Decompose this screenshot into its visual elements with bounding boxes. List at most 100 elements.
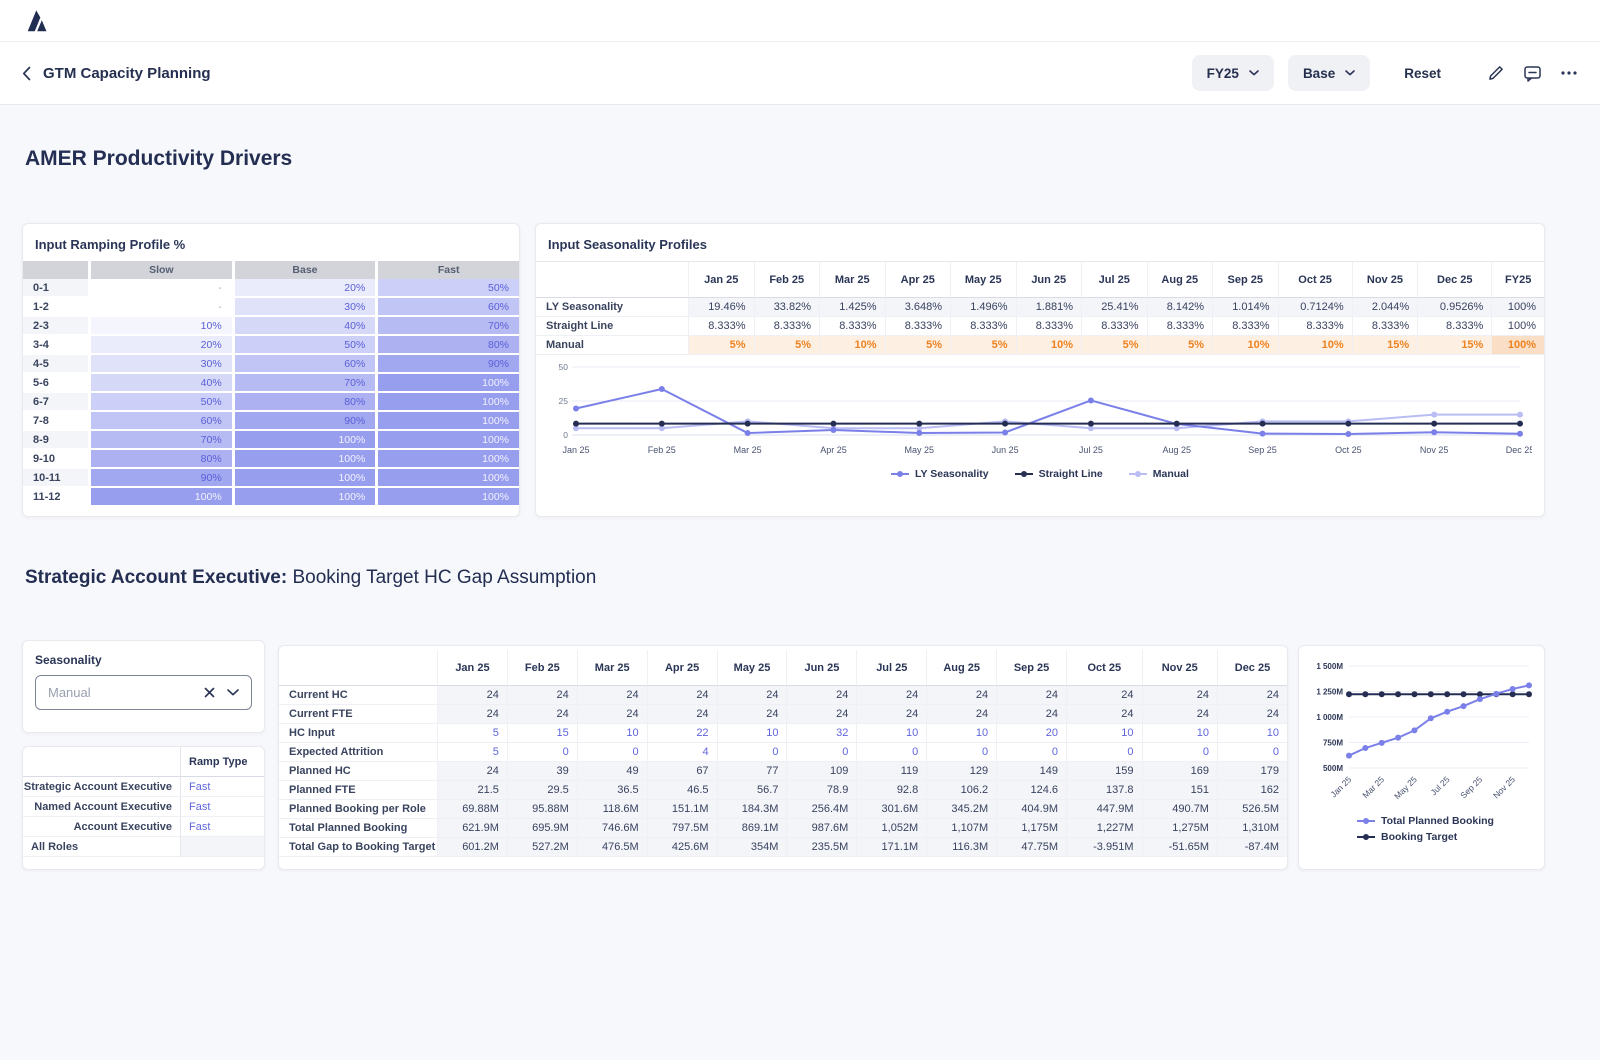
cell[interactable]: 0 [1217, 743, 1287, 762]
version-selector[interactable]: Base [1288, 55, 1370, 91]
cell[interactable]: 70% [232, 374, 376, 393]
cell[interactable]: 5% [1081, 336, 1147, 355]
table-row: HC Input51510221032101020101010 [279, 724, 1287, 743]
cell[interactable]: 100% [375, 431, 519, 450]
cell[interactable]: 10% [88, 317, 232, 336]
row-label: HC Input [279, 724, 437, 743]
cell[interactable]: 10% [1212, 336, 1278, 355]
cell: 29.5 [507, 781, 577, 800]
cell[interactable]: 100% [88, 488, 232, 507]
cell[interactable]: 5% [1147, 336, 1213, 355]
cell[interactable]: 0 [1066, 743, 1141, 762]
cell[interactable]: 10 [1217, 724, 1287, 743]
cell[interactable]: 20% [88, 336, 232, 355]
cell[interactable]: 70% [88, 431, 232, 450]
cell[interactable]: 0 [996, 743, 1066, 762]
cell[interactable]: 5% [885, 336, 951, 355]
cell[interactable]: - [88, 298, 232, 317]
cell[interactable]: 40% [232, 317, 376, 336]
cell[interactable]: 10 [577, 724, 647, 743]
cell[interactable]: 30% [88, 355, 232, 374]
cell[interactable]: 100% [375, 393, 519, 412]
cell[interactable]: 100% [1491, 336, 1544, 355]
cell[interactable]: 60% [375, 298, 519, 317]
cell: 106.2 [926, 781, 996, 800]
cell[interactable]: 50% [88, 393, 232, 412]
cell[interactable]: 10 [926, 724, 996, 743]
svg-text:Jun 25: Jun 25 [992, 445, 1019, 455]
cell[interactable]: 10 [856, 724, 926, 743]
cell[interactable]: 50% [375, 279, 519, 298]
chevron-down-icon[interactable] [227, 689, 239, 696]
cell: 345.2M [926, 800, 996, 819]
cell[interactable]: 20 [996, 724, 1066, 743]
cell[interactable]: 0 [507, 743, 577, 762]
cell[interactable]: 32 [786, 724, 856, 743]
cell[interactable]: 10% [819, 336, 885, 355]
cell[interactable]: 0 [1142, 743, 1217, 762]
cell[interactable]: 80% [375, 336, 519, 355]
cell[interactable]: 60% [88, 412, 232, 431]
table-row: 11-12100%100%100% [23, 488, 519, 507]
cell[interactable]: 5% [688, 336, 754, 355]
cell[interactable]: 4 [647, 743, 717, 762]
cell[interactable]: - [88, 279, 232, 298]
table-row: 1-2-30%60% [23, 298, 519, 317]
cell[interactable]: 10% [1016, 336, 1082, 355]
clear-selection-icon[interactable] [204, 687, 215, 698]
cell[interactable]: 40% [88, 374, 232, 393]
anaplan-logo-icon[interactable] [24, 8, 50, 34]
cell[interactable]: 100% [232, 450, 376, 469]
cell[interactable]: 30% [232, 298, 376, 317]
cell[interactable]: 10% [1278, 336, 1352, 355]
cell[interactable]: 15 [507, 724, 577, 743]
cell[interactable]: 100% [375, 488, 519, 507]
section-title-role: Strategic Account Executive: [25, 567, 287, 588]
cell[interactable]: 0 [926, 743, 996, 762]
cell[interactable]: 0 [577, 743, 647, 762]
cell[interactable]: 22 [647, 724, 717, 743]
cell[interactable]: 80% [232, 393, 376, 412]
cell[interactable]: 0 [717, 743, 787, 762]
cell[interactable]: 100% [375, 412, 519, 431]
cell[interactable]: 60% [232, 355, 376, 374]
seasonality-chart-legend: LY SeasonalityStraight LineManual [536, 468, 1544, 480]
cell[interactable]: 10 [1142, 724, 1217, 743]
reset-button[interactable]: Reset [1404, 66, 1441, 81]
column-header: Jan 25 [688, 262, 754, 298]
cell[interactable]: 100% [375, 450, 519, 469]
cell[interactable]: 100% [232, 431, 376, 450]
more-options-icon[interactable] [1560, 70, 1578, 76]
cell[interactable]: 10 [717, 724, 787, 743]
seasonality-select[interactable]: Manual [35, 675, 252, 710]
cell[interactable]: Fast [181, 777, 264, 797]
cell[interactable]: 15% [1352, 336, 1418, 355]
cell[interactable]: 10 [1066, 724, 1141, 743]
cell[interactable]: 100% [375, 374, 519, 393]
cell[interactable]: 90% [375, 355, 519, 374]
row-label: Manual [536, 336, 688, 355]
cell[interactable]: 0 [856, 743, 926, 762]
cell[interactable]: 5% [754, 336, 820, 355]
cell[interactable]: 15% [1417, 336, 1491, 355]
svg-text:Mar 25: Mar 25 [1360, 774, 1386, 800]
cell[interactable]: 100% [375, 469, 519, 488]
cell[interactable]: 5 [437, 743, 507, 762]
cell[interactable]: 5 [437, 724, 507, 743]
cell[interactable]: 5% [950, 336, 1016, 355]
cell[interactable]: Fast [181, 817, 264, 837]
cell[interactable]: 100% [232, 469, 376, 488]
cell[interactable]: 90% [88, 469, 232, 488]
cell[interactable]: 0 [786, 743, 856, 762]
period-selector[interactable]: FY25 [1192, 55, 1274, 91]
cell[interactable]: 80% [88, 450, 232, 469]
back-chevron-icon[interactable] [22, 66, 31, 81]
cell[interactable]: 20% [232, 279, 376, 298]
cell[interactable]: 90% [232, 412, 376, 431]
cell[interactable]: 70% [375, 317, 519, 336]
cell[interactable]: 50% [232, 336, 376, 355]
comment-icon[interactable] [1523, 65, 1542, 82]
cell[interactable]: 100% [232, 488, 376, 507]
cell[interactable]: Fast [181, 797, 264, 817]
edit-pencil-icon[interactable] [1487, 64, 1505, 82]
